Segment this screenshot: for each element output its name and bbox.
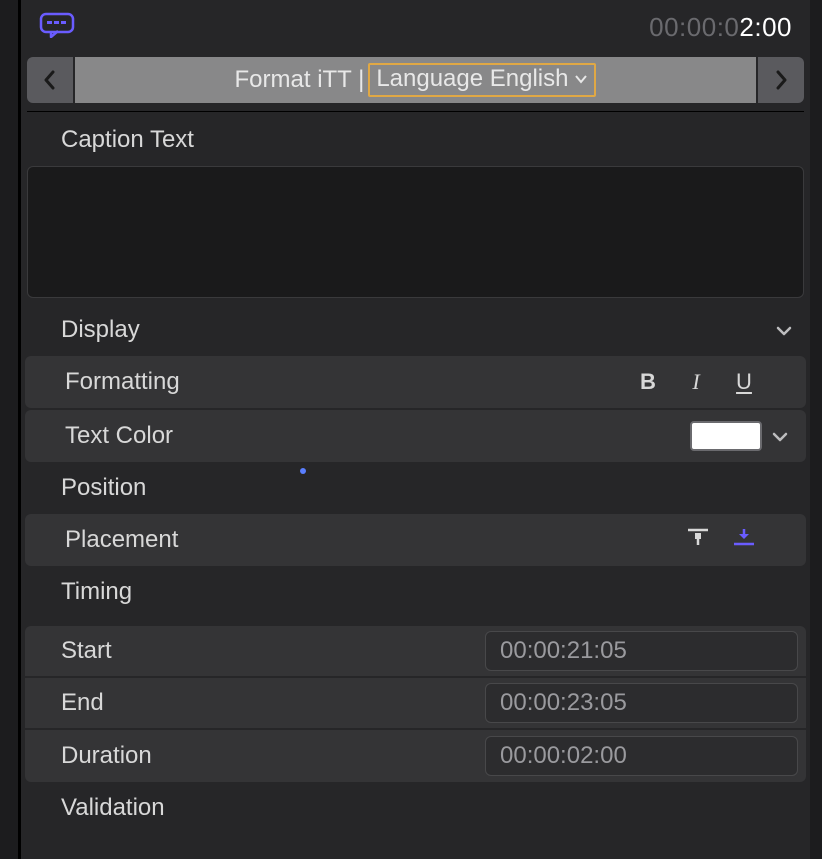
position-row: Position	[21, 462, 810, 514]
validation-row: Validation	[21, 782, 810, 834]
duration-input[interactable]: 00:00:02:00	[485, 736, 798, 776]
text-color-swatch[interactable]	[690, 421, 762, 451]
top-bar: 00:00:02:00	[21, 0, 810, 51]
caption-text-label: Caption Text	[21, 112, 810, 166]
formatting-label: Formatting	[65, 368, 180, 396]
duration-row: Duration 00:00:02:00	[25, 730, 806, 782]
start-input[interactable]: 00:00:21:05	[485, 631, 798, 671]
format-language-bar: Format iTT | Language English	[75, 57, 756, 103]
timing-label: Timing	[61, 578, 132, 606]
text-color-row: Text Color	[25, 410, 806, 462]
format-label: Format iTT |	[235, 66, 365, 94]
caption-text-input[interactable]	[27, 166, 804, 298]
display-row[interactable]: Display	[21, 304, 810, 356]
formatting-buttons: B I U	[638, 369, 788, 395]
placement-label: Placement	[65, 526, 178, 554]
next-caption-button[interactable]	[758, 57, 804, 103]
chevron-down-icon	[574, 74, 588, 84]
underline-button[interactable]: U	[734, 369, 754, 395]
start-label: Start	[61, 637, 485, 665]
language-select[interactable]: Language English	[368, 63, 596, 97]
start-row: Start 00:00:21:05	[25, 626, 806, 678]
playhead-timecode: 00:00:02:00	[649, 12, 792, 43]
chevron-down-icon	[776, 316, 792, 344]
caption-icon	[39, 12, 75, 43]
chevron-down-icon[interactable]	[772, 422, 788, 450]
timing-fields: Start 00:00:21:05 End 00:00:23:05 Durati…	[25, 626, 806, 782]
caption-inspector-panel: 00:00:02:00 Format iTT | Language Englis…	[18, 0, 810, 859]
caption-nav-bar: Format iTT | Language English	[27, 57, 804, 103]
end-label: End	[61, 689, 485, 717]
display-label: Display	[61, 316, 140, 344]
validation-label: Validation	[61, 794, 165, 822]
timing-row: Timing	[21, 566, 810, 618]
duration-label: Duration	[61, 742, 485, 770]
bold-button[interactable]: B	[638, 369, 658, 395]
placement-bottom-button[interactable]	[732, 526, 756, 554]
position-label: Position	[61, 474, 146, 502]
keyframe-dot-icon[interactable]	[300, 468, 306, 474]
formatting-row: Formatting B I U	[25, 356, 806, 408]
text-color-label: Text Color	[65, 422, 173, 450]
italic-button[interactable]: I	[686, 369, 706, 395]
placement-row: Placement	[25, 514, 806, 566]
placement-top-button[interactable]	[686, 526, 710, 554]
end-input[interactable]: 00:00:23:05	[485, 683, 798, 723]
prev-caption-button[interactable]	[27, 57, 73, 103]
end-row: End 00:00:23:05	[25, 678, 806, 730]
